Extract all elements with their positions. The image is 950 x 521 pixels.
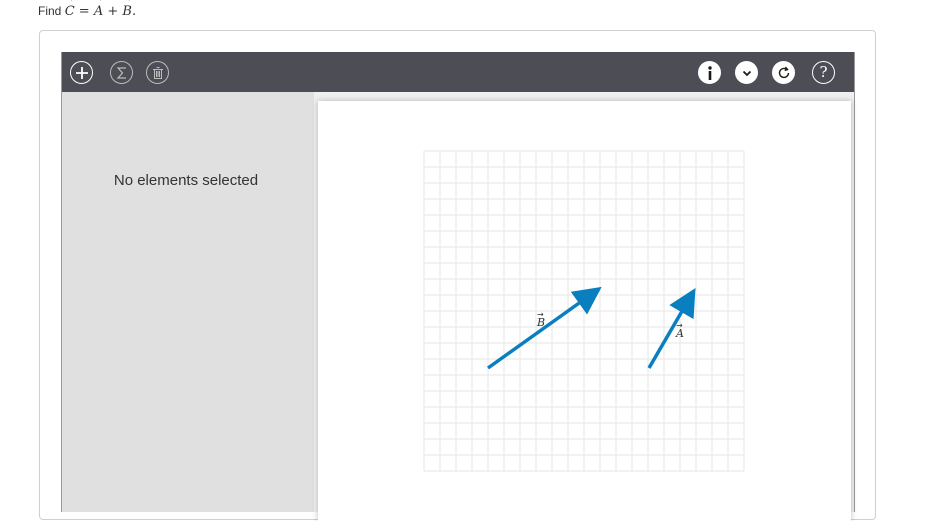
equals-sign: = [78,4,90,19]
add-vector-button[interactable] [70,61,93,84]
vector-b-symbol: B [122,0,132,19]
period: . [131,4,137,19]
info-icon [707,65,712,80]
trash-icon [152,66,163,79]
vector-b-arrow-mark: → [537,310,544,319]
properties-panel: No elements selected [62,92,314,512]
vector-a-label: A → [675,321,684,340]
canvas-area: B → A → [314,92,854,521]
vector-b-label: B → [536,310,545,329]
drawing-canvas[interactable]: B → A → [318,101,851,521]
refresh-icon [778,66,789,78]
dropdown-button[interactable] [735,61,758,84]
plus-sign: + [107,4,119,19]
equation: C = A + B. [65,0,137,19]
help-button[interactable]: ? [812,61,835,84]
vector-c-symbol: C [65,0,75,19]
info-button[interactable] [698,61,721,84]
vector-a-arrow[interactable] [647,287,696,369]
find-label: Find [38,4,62,18]
grid [423,150,745,472]
question-icon: ? [819,63,828,81]
question-prompt: Find C = A + B. [38,0,137,19]
vector-drawing-app: ? No elements selected B → A → [61,52,855,521]
delete-button[interactable] [146,61,169,84]
toolbar: ? [62,52,854,92]
vector-a-arrow-mark: → [676,321,683,330]
sigma-icon [116,66,126,79]
selection-status: No elements selected [113,172,259,189]
reset-button[interactable] [772,61,795,84]
vector-a-symbol: A [94,0,103,19]
vector-grid-svg: B → A → [423,150,745,472]
plus-icon [75,66,88,79]
chevron-down-icon [742,70,751,76]
sum-button[interactable] [110,61,133,84]
